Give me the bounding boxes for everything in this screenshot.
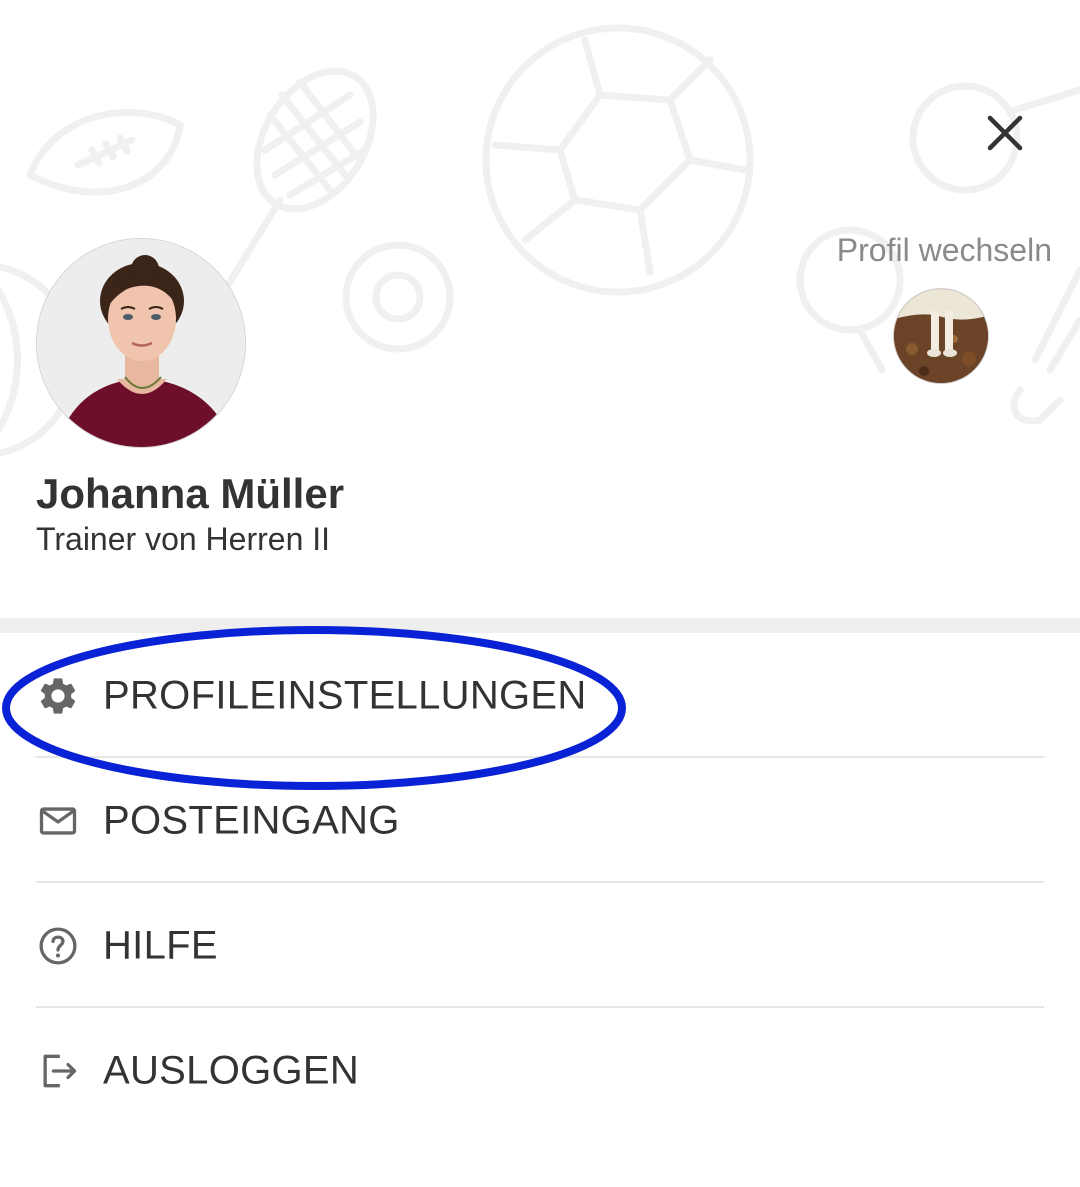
gear-icon: [40, 677, 76, 714]
avatar-image: [37, 239, 245, 447]
switch-profile-avatar[interactable]: [893, 288, 989, 384]
help-icon: [39, 926, 77, 965]
menu-item-label: AUSLOGGEN: [103, 1048, 360, 1092]
football-icon: [26, 108, 184, 196]
profile-header: Profil wechseln Johanna Müller Trainer v…: [0, 0, 1080, 618]
billiard-ball-icon: [342, 241, 454, 353]
close-icon: [987, 115, 1023, 151]
logout-icon: [43, 1054, 77, 1087]
menu-item-inbox[interactable]: POSTEINGANG: [0, 758, 1080, 883]
section-divider: [0, 618, 1080, 633]
menu-item-label: POSTEINGANG: [103, 798, 400, 842]
mail-icon: [39, 806, 77, 835]
menu-item-logout[interactable]: AUSLOGGEN: [0, 1008, 1080, 1133]
shuttlecock-icon: [1010, 266, 1080, 425]
avatar-image: [894, 289, 988, 383]
user-role: Trainer von Herren II: [36, 521, 331, 557]
profile-menu: PROFILEINSTELLUNGEN POSTEINGANG HILFE AU…: [0, 633, 1080, 1133]
menu-item-label: PROFILEINSTELLUNGEN: [103, 673, 587, 717]
menu-item-help[interactable]: HILFE: [0, 883, 1080, 1008]
menu-item-profile-settings[interactable]: PROFILEINSTELLUNGEN: [0, 633, 1080, 758]
soccer-ball-icon: [482, 24, 754, 296]
close-button[interactable]: [975, 103, 1035, 163]
user-name: Johanna Müller: [36, 470, 345, 517]
switch-profile-label[interactable]: Profil wechseln: [837, 232, 1052, 269]
menu-item-label: HILFE: [103, 923, 218, 967]
user-avatar[interactable]: [36, 238, 246, 448]
